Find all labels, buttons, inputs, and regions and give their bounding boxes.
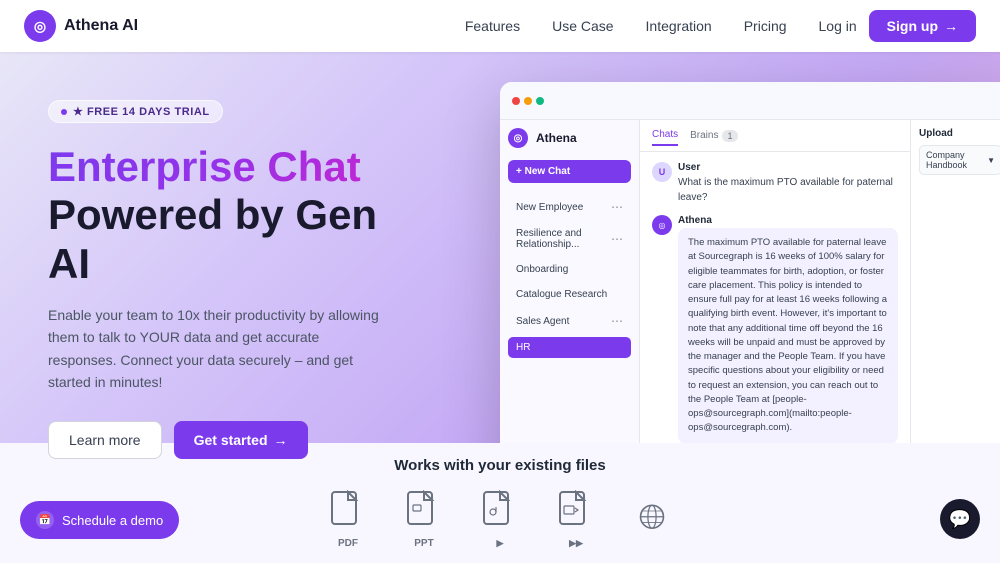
close-dot <box>512 97 520 105</box>
nav-integration[interactable]: Integration <box>646 18 712 34</box>
sidebar-item-new-employee[interactable]: New Employee ⋯ <box>508 195 631 219</box>
new-chat-label: + New Chat <box>516 166 570 177</box>
nav-actions: Log in Sign up → <box>819 10 976 42</box>
message-1-text: What is the maximum PTO available for pa… <box>678 175 898 205</box>
sidebar-item-menu: ⋯ <box>611 314 623 328</box>
sidebar-item-sales[interactable]: Sales Agent ⋯ <box>508 309 631 333</box>
hero-title-line2: Powered by Gen AI <box>48 191 377 286</box>
pdf-icon <box>330 490 366 534</box>
logo-text: Athena AI <box>64 17 138 35</box>
chat-tabs: Chats Brains 1 <box>640 120 910 152</box>
hero-title: Enterprise Chat Powered by Gen AI <box>48 143 422 288</box>
minimize-dot <box>524 97 532 105</box>
file-type-web <box>634 502 670 538</box>
sidebar-item-label: Sales Agent <box>516 316 569 327</box>
trial-badge: ★ FREE 14 DAYS TRIAL <box>48 100 223 123</box>
chat-window: ◎ Athena + New Chat New Employee ⋯ Resil… <box>500 82 1000 502</box>
sidebar-item-resilience[interactable]: Resilience and Relationship... ⋯ <box>508 223 631 255</box>
login-button[interactable]: Log in <box>819 18 857 34</box>
hero-title-line1: Enterprise Chat <box>48 143 361 190</box>
message-2-content: Athena The maximum PTO available for pat… <box>678 215 898 444</box>
nav-links: Features Use Case Integration Pricing <box>465 18 787 34</box>
chevron-down-icon: ▼ <box>987 156 995 165</box>
sidebar-item-label: New Employee <box>516 202 583 213</box>
sidebar-item-menu: ⋯ <box>611 232 623 246</box>
file-type-audio: ▶ <box>482 490 518 549</box>
nav-pricing[interactable]: Pricing <box>744 18 787 34</box>
user-avatar-1: U <box>652 162 672 182</box>
file-icons: PDF PPT ▶ <box>330 490 670 549</box>
tab-chats-label: Chats <box>652 129 678 140</box>
nav-features[interactable]: Features <box>465 18 520 34</box>
hero-buttons: Learn more Get started → <box>48 421 422 459</box>
hero-description: Enable your team to 10x their productivi… <box>48 304 388 394</box>
file-type-video: ▶▶ <box>558 490 594 549</box>
message-1: U User What is the maximum PTO available… <box>652 162 898 205</box>
web-icon <box>634 502 670 538</box>
audio-label: ▶ <box>497 538 504 549</box>
schedule-demo-button[interactable]: 📅 Schedule a demo <box>20 501 179 539</box>
trial-dot <box>61 109 67 115</box>
signup-arrow: → <box>944 18 958 34</box>
get-started-label: Get started <box>194 432 268 448</box>
get-started-button[interactable]: Get started → <box>174 421 308 459</box>
chat-messages: U User What is the maximum PTO available… <box>640 152 910 466</box>
upload-file[interactable]: Company Handbook ▼ <box>919 145 1000 175</box>
chat-logo-icon: ◎ <box>508 128 528 148</box>
message-2-sender: Athena <box>678 215 898 226</box>
logo-icon: ◎ <box>24 10 56 42</box>
signup-button[interactable]: Sign up → <box>869 10 976 42</box>
ppt-icon <box>406 490 442 534</box>
video-label: ▶▶ <box>569 538 583 549</box>
bottom-title: Works with your existing files <box>394 457 605 474</box>
trial-text: ★ FREE 14 DAYS TRIAL <box>73 105 210 118</box>
file-type-pdf: PDF <box>330 490 366 549</box>
chat-window-header <box>500 82 1000 120</box>
sidebar-item-catalogue[interactable]: Catalogue Research <box>508 284 631 305</box>
chat-logo: ◎ Athena <box>508 128 577 148</box>
sidebar-item-onboarding[interactable]: Onboarding <box>508 259 631 280</box>
nav-usecase[interactable]: Use Case <box>552 18 613 34</box>
tab-brains-badge: 1 <box>722 130 737 142</box>
window-controls <box>512 97 544 105</box>
sidebar-item-label: Resilience and Relationship... <box>516 228 611 250</box>
message-2-bubble: The maximum PTO available for paternal l… <box>678 228 898 444</box>
message-1-sender: User <box>678 162 898 173</box>
calendar-icon: 📅 <box>36 511 54 529</box>
tab-chats[interactable]: Chats <box>652 125 678 146</box>
pdf-label: PDF <box>338 538 358 549</box>
file-type-ppt: PPT <box>406 490 442 549</box>
maximize-dot <box>536 97 544 105</box>
schedule-demo-label: Schedule a demo <box>62 513 163 528</box>
ppt-label: PPT <box>414 538 433 549</box>
support-chat-button[interactable]: 💬 <box>940 499 980 539</box>
get-started-arrow: → <box>274 432 288 448</box>
navbar: ◎ Athena AI Features Use Case Integratio… <box>0 0 1000 52</box>
message-2-text: The maximum PTO available for paternal l… <box>688 236 888 436</box>
audio-icon <box>482 490 518 534</box>
sidebar-item-label: Catalogue Research <box>516 289 607 300</box>
video-icon <box>558 490 594 534</box>
sidebar-item-label: Onboarding <box>516 264 568 275</box>
logo[interactable]: ◎ Athena AI <box>24 10 138 42</box>
sidebar-item-hr[interactable]: HR <box>508 337 631 358</box>
upload-title: Upload <box>919 128 1000 139</box>
sidebar-item-label: HR <box>516 342 530 353</box>
sidebar-item-menu: ⋯ <box>611 200 623 214</box>
learn-more-button[interactable]: Learn more <box>48 421 162 459</box>
upload-file-label: Company Handbook <box>926 150 987 170</box>
signup-label: Sign up <box>887 18 938 34</box>
athena-avatar-1: ◎ <box>652 215 672 235</box>
message-1-content: User What is the maximum PTO available f… <box>678 162 898 205</box>
new-chat-button[interactable]: + New Chat <box>508 160 631 183</box>
hero-left: ★ FREE 14 DAYS TRIAL Enterprise Chat Pow… <box>0 52 470 459</box>
message-2: ◎ Athena The maximum PTO available for p… <box>652 215 898 444</box>
tab-brains[interactable]: Brains 1 <box>690 126 737 146</box>
chat-support-icon: 💬 <box>949 509 971 530</box>
tab-brains-label: Brains <box>690 130 718 141</box>
chat-logo-text: Athena <box>536 131 577 145</box>
